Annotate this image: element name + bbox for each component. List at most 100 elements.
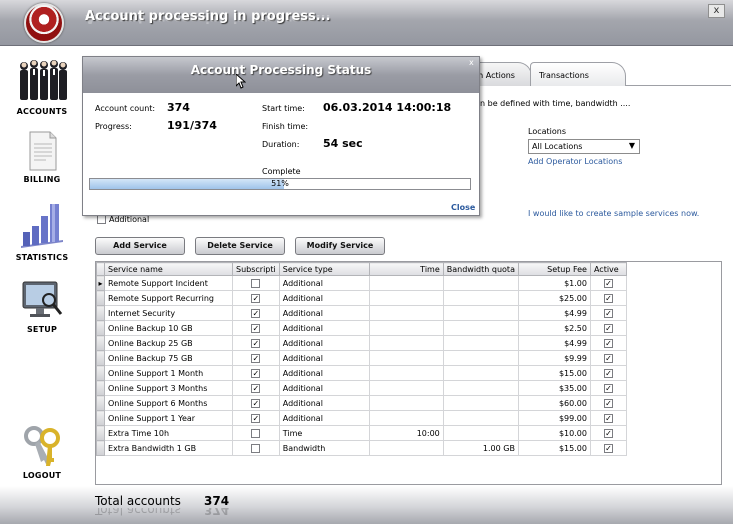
cell-service-type: Additional — [278, 395, 370, 411]
tab-transactions[interactable]: Transactions — [530, 62, 626, 86]
sidebar-item-statistics[interactable]: STATISTICS — [4, 202, 80, 262]
create-sample-services-link[interactable]: I would like to create sample services n… — [528, 209, 699, 218]
column-header-subscription[interactable]: Subscripti — [232, 262, 280, 276]
table-row[interactable]: ▸ Remote Support Incident Additional $1.00 ✓ — [96, 275, 627, 291]
checkbox[interactable]: ✓ — [603, 413, 613, 423]
row-selector[interactable] — [96, 305, 105, 321]
column-header-service-type[interactable]: Service type — [278, 262, 370, 276]
checkbox[interactable]: ✓ — [603, 368, 613, 378]
row-selector[interactable] — [96, 440, 105, 456]
cell-service-type: Additional — [278, 290, 370, 306]
cell-service-type: Additional — [278, 275, 370, 291]
checkbox[interactable] — [251, 443, 261, 453]
cell-active-checkbox: ✓ — [589, 410, 627, 426]
cell-time — [368, 290, 444, 306]
row-selector[interactable] — [96, 350, 105, 366]
checkbox[interactable]: ✓ — [603, 383, 613, 393]
checkbox[interactable]: ✓ — [251, 308, 261, 318]
column-header-bandwidth-quota[interactable]: Bandwidth quota — [442, 262, 519, 276]
table-row[interactable]: Extra Time 10h Time 10:00 $10.00 ✓ — [96, 425, 627, 441]
cell-time — [368, 410, 444, 426]
dialog-close-button[interactable]: x — [469, 58, 474, 67]
column-header-active[interactable]: Active — [589, 262, 627, 276]
add-service-button[interactable]: Add Service — [95, 237, 185, 255]
checkbox[interactable]: ✓ — [603, 428, 613, 438]
status-footer: Total accounts 374 Total accounts 374 — [0, 486, 733, 524]
checkbox[interactable]: ✓ — [251, 338, 261, 348]
checkbox[interactable]: ✓ — [603, 308, 613, 318]
processing-progress-bar: 51% — [89, 178, 471, 190]
table-row[interactable]: Extra Bandwidth 1 GB Bandwidth 1.00 GB $15.… — [96, 440, 627, 456]
cell-bandwidth-quota — [442, 365, 519, 381]
window-close-button[interactable]: x — [708, 4, 725, 18]
add-operator-locations-link[interactable]: Add Operator Locations — [528, 157, 622, 166]
cell-active-checkbox: ✓ — [589, 425, 627, 441]
column-header-service-name[interactable]: Service name — [104, 262, 233, 276]
row-selector[interactable]: ▸ — [96, 275, 105, 291]
sidebar-item-logout[interactable]: LOGOUT — [4, 424, 80, 480]
table-row[interactable]: Online Support 3 Months ✓ Additional $35.00… — [96, 380, 627, 396]
checkbox[interactable]: ✓ — [251, 368, 261, 378]
table-row[interactable]: Online Backup 10 GB ✓ Additional $2.50 ✓ — [96, 320, 627, 336]
cell-service-name: Extra Bandwidth 1 GB — [104, 440, 233, 456]
total-accounts-value: 374 — [204, 494, 230, 508]
progress-label: Progress: — [95, 122, 132, 131]
checkbox[interactable]: ✓ — [603, 338, 613, 348]
checkbox[interactable]: ✓ — [251, 398, 261, 408]
cell-setup-fee: $60.00 — [517, 395, 591, 411]
row-selector[interactable] — [96, 425, 105, 441]
cell-subscription-checkbox — [232, 440, 280, 456]
sidebar-item-accounts[interactable]: ACCOUNTS — [4, 58, 80, 116]
checkbox[interactable]: ✓ — [251, 323, 261, 333]
cell-subscription-checkbox: ✓ — [232, 395, 280, 411]
dialog-title: Account Processing Status — [83, 57, 479, 93]
checkbox[interactable]: ✓ — [603, 278, 613, 288]
cell-setup-fee: $25.00 — [517, 290, 591, 306]
sidebar-item-setup[interactable]: SETUP — [4, 276, 80, 334]
table-row[interactable]: Online Backup 25 GB ✓ Additional $4.99 ✓ — [96, 335, 627, 351]
locations-select[interactable]: All Locations ▼ — [528, 139, 640, 154]
cell-service-name: Remote Support Recurring — [104, 290, 233, 306]
checkbox[interactable]: ✓ — [251, 353, 261, 363]
checkbox[interactable]: ✓ — [251, 413, 261, 423]
dialog-close-link[interactable]: Close — [451, 203, 475, 212]
column-header-setup-fee[interactable]: Setup Fee — [517, 262, 591, 276]
cell-subscription-checkbox: ✓ — [232, 335, 280, 351]
delete-service-button[interactable]: Delete Service — [195, 237, 285, 255]
row-selector[interactable] — [96, 395, 105, 411]
row-selector[interactable] — [96, 365, 105, 381]
row-selector[interactable] — [96, 290, 105, 306]
checkbox[interactable]: ✓ — [603, 443, 613, 453]
checkbox[interactable]: ✓ — [603, 293, 613, 303]
table-row[interactable]: Internet Security ✓ Additional $4.99 ✓ — [96, 305, 627, 321]
checkbox[interactable]: ✓ — [603, 398, 613, 408]
cell-bandwidth-quota — [442, 275, 519, 291]
checkbox[interactable] — [251, 428, 261, 438]
table-row[interactable]: Online Support 1 Year ✓ Additional $99.00 ✓ — [96, 410, 627, 426]
column-header-time[interactable]: Time — [368, 262, 444, 276]
additional-checkbox-label: Additional — [109, 215, 150, 224]
row-selector[interactable] — [96, 410, 105, 426]
checkbox[interactable]: ✓ — [251, 383, 261, 393]
row-selector[interactable] — [96, 335, 105, 351]
row-selector[interactable] — [96, 380, 105, 396]
checkbox[interactable]: ✓ — [603, 323, 613, 333]
table-row[interactable]: Online Support 6 Months ✓ Additional $60.00… — [96, 395, 627, 411]
modify-service-button[interactable]: Modify Service — [295, 237, 385, 255]
cell-setup-fee: $10.00 — [517, 425, 591, 441]
table-row[interactable]: Online Backup 75 GB ✓ Additional $9.99 ✓ — [96, 350, 627, 366]
row-selector[interactable] — [96, 320, 105, 336]
additional-checkbox[interactable] — [97, 215, 106, 224]
cell-service-type: Time — [278, 425, 370, 441]
title-bar: Account processing in progress... Accoun… — [0, 0, 733, 46]
cell-time — [368, 395, 444, 411]
cell-active-checkbox: ✓ — [589, 290, 627, 306]
cell-subscription-checkbox: ✓ — [232, 350, 280, 366]
cell-service-name: Remote Support Incident — [104, 275, 233, 291]
table-row[interactable]: Online Support 1 Month ✓ Additional $15.00 ✓ — [96, 365, 627, 381]
checkbox[interactable] — [251, 278, 261, 288]
sidebar-item-billing[interactable]: BILLING — [4, 130, 80, 184]
checkbox[interactable]: ✓ — [251, 293, 261, 303]
checkbox[interactable]: ✓ — [603, 353, 613, 363]
table-row[interactable]: Remote Support Recurring ✓ Additional $25.0… — [96, 290, 627, 306]
